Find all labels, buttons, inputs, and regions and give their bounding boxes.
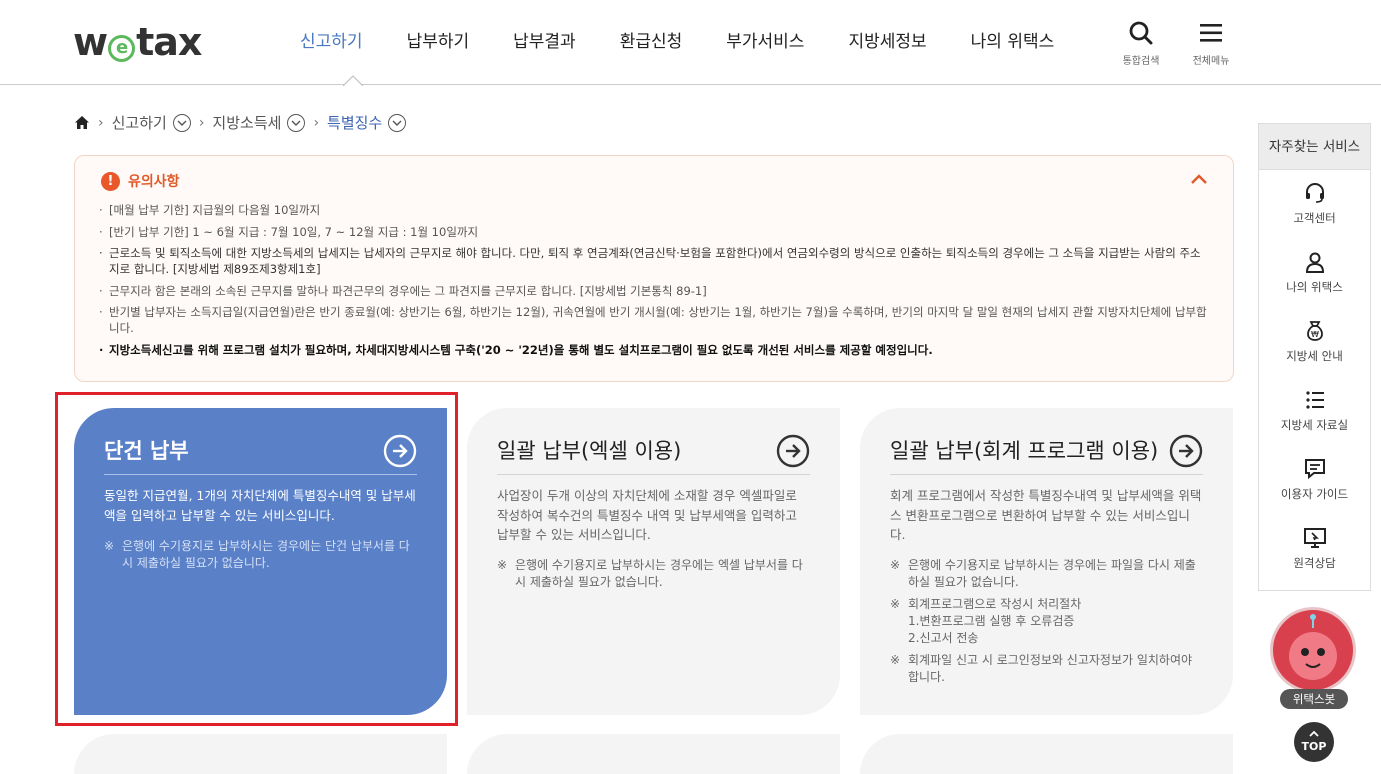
single-payment-card[interactable]: 단건 납부 동일한 지급연월, 1개의 자치단체에 특별징수내역 및 납부세액을… [74, 408, 447, 715]
notice-list: [매월 납부 기한] 지급월의 다음월 10일까지 [반기 납부 기한] 1 ~… [99, 202, 1209, 363]
card-note: 회계프로그램으로 작성시 처리절차 1.변환프로그램 실행 후 오류검증 2.신… [890, 596, 1203, 647]
notice-item: 근무지라 함은 본래의 소속된 근무지를 말하나 파견근무의 경우에는 그 파견… [99, 283, 1209, 299]
notice-item: [반기 납부 기한] 1 ~ 6월 지급 : 7월 10일, 7 ~ 12월 지… [99, 224, 1209, 240]
nav-report[interactable]: 신고하기 [300, 28, 363, 56]
bot-mascot-icon [1275, 612, 1351, 688]
card-notes: 은행에 수기용지로 납부하시는 경우에는 단건 납부서를 다시 제출하실 필요가… [104, 538, 417, 577]
quick-menu: 자주찾는 서비스 고객센터 나의 위택스 ₩ 지방세 안내 지방세 자료실 이용… [1258, 123, 1371, 591]
nav-pay-result[interactable]: 납부결과 [513, 28, 576, 56]
monitor-icon [1303, 528, 1326, 548]
card-notes: 은행에 수기용지로 납부하시는 경우에는 파일을 다시 제출하실 필요가 없습니… [890, 557, 1203, 691]
site-header: w e tax 신고하기 납부하기 납부결과 환급신청 부가서비스 지방세정보 나의… [0, 0, 1381, 86]
arrow-right-icon[interactable] [1169, 434, 1203, 468]
money-bag-icon: ₩ [1306, 321, 1323, 341]
chat-bubble-icon [1304, 459, 1325, 480]
quick-item-label: 지방세 안내 [1286, 349, 1343, 363]
chevron-right-icon: › [198, 114, 205, 131]
chevron-down-icon[interactable] [287, 113, 306, 132]
chevron-right-icon: › [98, 114, 104, 131]
quick-local-tax-archive[interactable]: 지방세 자료실 [1259, 377, 1370, 446]
chevron-right-icon: › [313, 114, 320, 131]
alert-icon: ! [101, 171, 120, 191]
card-note: 은행에 수기용지로 납부하시는 경우에는 단건 납부서를 다시 제출하실 필요가… [104, 538, 417, 572]
arrow-right-icon[interactable] [383, 434, 417, 468]
quick-item-label: 원격상담 [1293, 556, 1336, 570]
search-label: 통합검색 [1122, 56, 1160, 67]
next-row-card [860, 734, 1233, 774]
bulk-excel-payment-card[interactable]: 일괄 납부(엑셀 이용) 사업장이 두개 이상의 자치단체에 소재할 경우 엑셀… [467, 408, 840, 715]
person-icon [1305, 252, 1324, 273]
quick-remote-support[interactable]: 원격상담 [1259, 515, 1370, 584]
card-title: 일괄 납부(엑셀 이용) [497, 439, 682, 463]
wetax-bot-label[interactable]: 위택스봇 [1280, 689, 1348, 709]
nav-refund[interactable]: 환급신청 [620, 28, 683, 56]
card-description: 사업장이 두개 이상의 자치단체에 소재할 경우 엑셀파일로 작성하여 복수건의… [497, 488, 797, 542]
chevron-up-icon[interactable] [1189, 172, 1209, 186]
card-note: 은행에 수기용지로 납부하시는 경우에는 파일을 다시 제출하실 필요가 없습니… [890, 557, 1203, 591]
wetax-logo[interactable]: w e tax [73, 22, 202, 62]
card-title: 단건 납부 [104, 439, 189, 463]
arrow-right-icon[interactable] [776, 434, 810, 468]
quick-my-wetax[interactable]: 나의 위택스 [1259, 239, 1370, 308]
card-note: 회계파일 신고 시 로그인정보와 신고자정보가 일치하여야 합니다. [890, 652, 1203, 686]
next-row-card [74, 734, 447, 774]
wetax-bot-avatar[interactable] [1270, 607, 1356, 693]
card-notes: 은행에 수기용지로 납부하시는 경우에는 엑셀 납부서를 다시 제출하실 필요가… [497, 557, 810, 596]
quick-user-guide[interactable]: 이용자 가이드 [1259, 446, 1370, 515]
notice-item: 반기별 납부자는 소득지급일(지급연월)란은 반기 종료월(예: 상반기는 6월… [99, 304, 1209, 336]
headset-icon [1305, 183, 1324, 203]
card-divider [104, 474, 417, 475]
nav-my-wetax[interactable]: 나의 위택스 [971, 28, 1055, 56]
full-menu-label: 전체메뉴 [1192, 56, 1230, 67]
search-icon [1129, 21, 1153, 45]
nav-extra-services[interactable]: 부가서비스 [726, 28, 804, 56]
scroll-top-button[interactable]: TOP [1294, 722, 1334, 762]
main-nav: 신고하기 납부하기 납부결과 환급신청 부가서비스 지방세정보 나의 위택스 [300, 28, 1098, 56]
card-title: 일괄 납부(회계 프로그램 이용) [890, 439, 1159, 463]
quick-item-label: 고객센터 [1293, 211, 1336, 225]
notice-title: 유의사항 [128, 174, 180, 190]
notice-item: 지방소득세신고를 위해 프로그램 설치가 필요하며, 차세대지방세시스템 구축(… [99, 342, 1209, 358]
card-description: 동일한 지급연월, 1개의 자치단체에 특별징수내역 및 납부세액을 입력하고 … [104, 488, 416, 523]
hamburger-icon [1200, 24, 1222, 42]
quick-item-label: 이용자 가이드 [1280, 487, 1349, 501]
notice-item: 근로소득 및 퇴직소득에 대한 지방소득세의 납세지는 납세자의 근무지로 해야… [99, 245, 1209, 277]
card-divider [497, 474, 810, 475]
full-menu-button[interactable]: 전체메뉴 [1181, 20, 1241, 67]
quick-item-label: 나의 위택스 [1286, 280, 1343, 294]
breadcrumb-special-withholding[interactable]: 특별징수 [327, 112, 382, 133]
chevron-down-icon[interactable] [172, 113, 191, 132]
quick-customer-center[interactable]: 고객센터 [1259, 170, 1370, 239]
card-divider [890, 474, 1203, 475]
breadcrumb: › 신고하기 › 지방소득세 › 특별징수 [74, 112, 407, 133]
arrow-up-icon [1309, 730, 1319, 737]
notice-header: ! 유의사항 [101, 171, 180, 191]
active-nav-caret [343, 75, 363, 86]
list-icon [1305, 391, 1324, 409]
notice-box: ! 유의사항 [매월 납부 기한] 지급월의 다음월 10일까지 [반기 납부 … [74, 155, 1234, 382]
search-button[interactable]: 통합검색 [1111, 20, 1171, 67]
quick-menu-title: 자주찾는 서비스 [1259, 124, 1370, 170]
card-note: 은행에 수기용지로 납부하시는 경우에는 엑셀 납부서를 다시 제출하실 필요가… [497, 557, 810, 591]
breadcrumb-report[interactable]: 신고하기 [112, 112, 167, 133]
svg-text:₩: ₩ [1311, 330, 1319, 339]
quick-item-label: 지방세 자료실 [1280, 418, 1349, 432]
scroll-top-label: TOP [1301, 740, 1327, 753]
bulk-accounting-payment-card[interactable]: 일괄 납부(회계 프로그램 이용) 회계 프로그램에서 작성한 특별징수내역 및… [860, 408, 1233, 715]
next-row-card [467, 734, 840, 774]
chevron-down-icon[interactable] [388, 113, 407, 132]
nav-pay[interactable]: 납부하기 [407, 28, 470, 56]
nav-local-tax-info[interactable]: 지방세정보 [848, 28, 926, 56]
breadcrumb-local-income-tax[interactable]: 지방소득세 [212, 112, 281, 133]
card-description: 회계 프로그램에서 작성한 특별징수내역 및 납부세액을 위택스 변환프로그램으… [890, 488, 1202, 542]
notice-item: [매월 납부 기한] 지급월의 다음월 10일까지 [99, 202, 1209, 218]
quick-local-tax-guide[interactable]: ₩ 지방세 안내 [1259, 308, 1370, 377]
home-icon[interactable] [74, 115, 90, 130]
